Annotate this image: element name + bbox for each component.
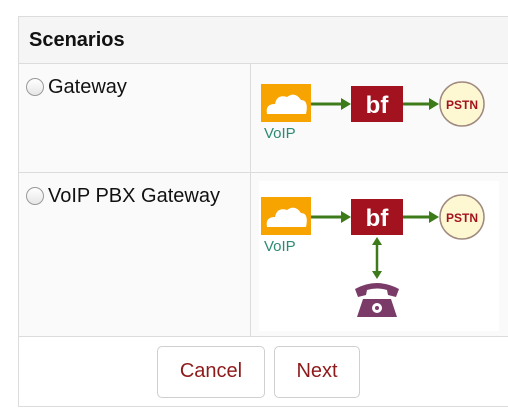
bf-device-icon: bf [351,86,403,122]
pstn-label: PSTN [446,98,478,112]
scenarios-panel: Scenarios Gateway VoIP bf PSTN VoIP PBX … [18,16,508,407]
voip-label: VoIP [264,238,296,255]
gateway-radio[interactable] [26,78,44,96]
cancel-button[interactable]: Cancel [157,345,265,398]
bf-device-icon: bf [351,199,403,235]
scenario-label: Gateway [48,76,127,98]
arrow-bf-to-pstn [403,98,439,110]
bf-label: bf [366,92,390,119]
voip-label: VoIP [264,125,296,142]
scenario-option-voip-pbx-gateway[interactable]: VoIP PBX Gateway [19,173,251,336]
scenario-label: VoIP PBX Gateway [48,185,220,207]
arrow-voip-to-bf [311,98,351,110]
voip-pbx-gateway-radio[interactable] [26,187,44,205]
pstn-icon: PSTN [439,194,485,240]
scenario-row-voip-pbx-gateway: VoIP PBX Gateway VoIP bf PSTN [19,173,508,337]
voip-cloud-icon [261,84,311,122]
scenario-row-gateway: Gateway VoIP bf PSTN [19,64,508,173]
scenario-option-gateway[interactable]: Gateway [19,64,251,172]
pstn-icon: PSTN [439,81,485,127]
next-button[interactable]: Next [274,345,360,398]
panel-header: Scenarios [19,17,508,64]
gateway-diagram: VoIP bf PSTN [251,64,508,172]
voip-cloud-icon [261,197,311,235]
panel-footer: Cancel Next [19,337,508,406]
voip-pbx-diagram-svg: VoIP bf PSTN [259,181,499,331]
voip-pbx-gateway-diagram: VoIP bf PSTN [251,173,508,336]
panel-title: Scenarios [29,28,125,51]
bf-label: bf [366,205,390,232]
pstn-label: PSTN [446,211,478,225]
gateway-diagram-svg: VoIP bf PSTN [261,81,485,142]
